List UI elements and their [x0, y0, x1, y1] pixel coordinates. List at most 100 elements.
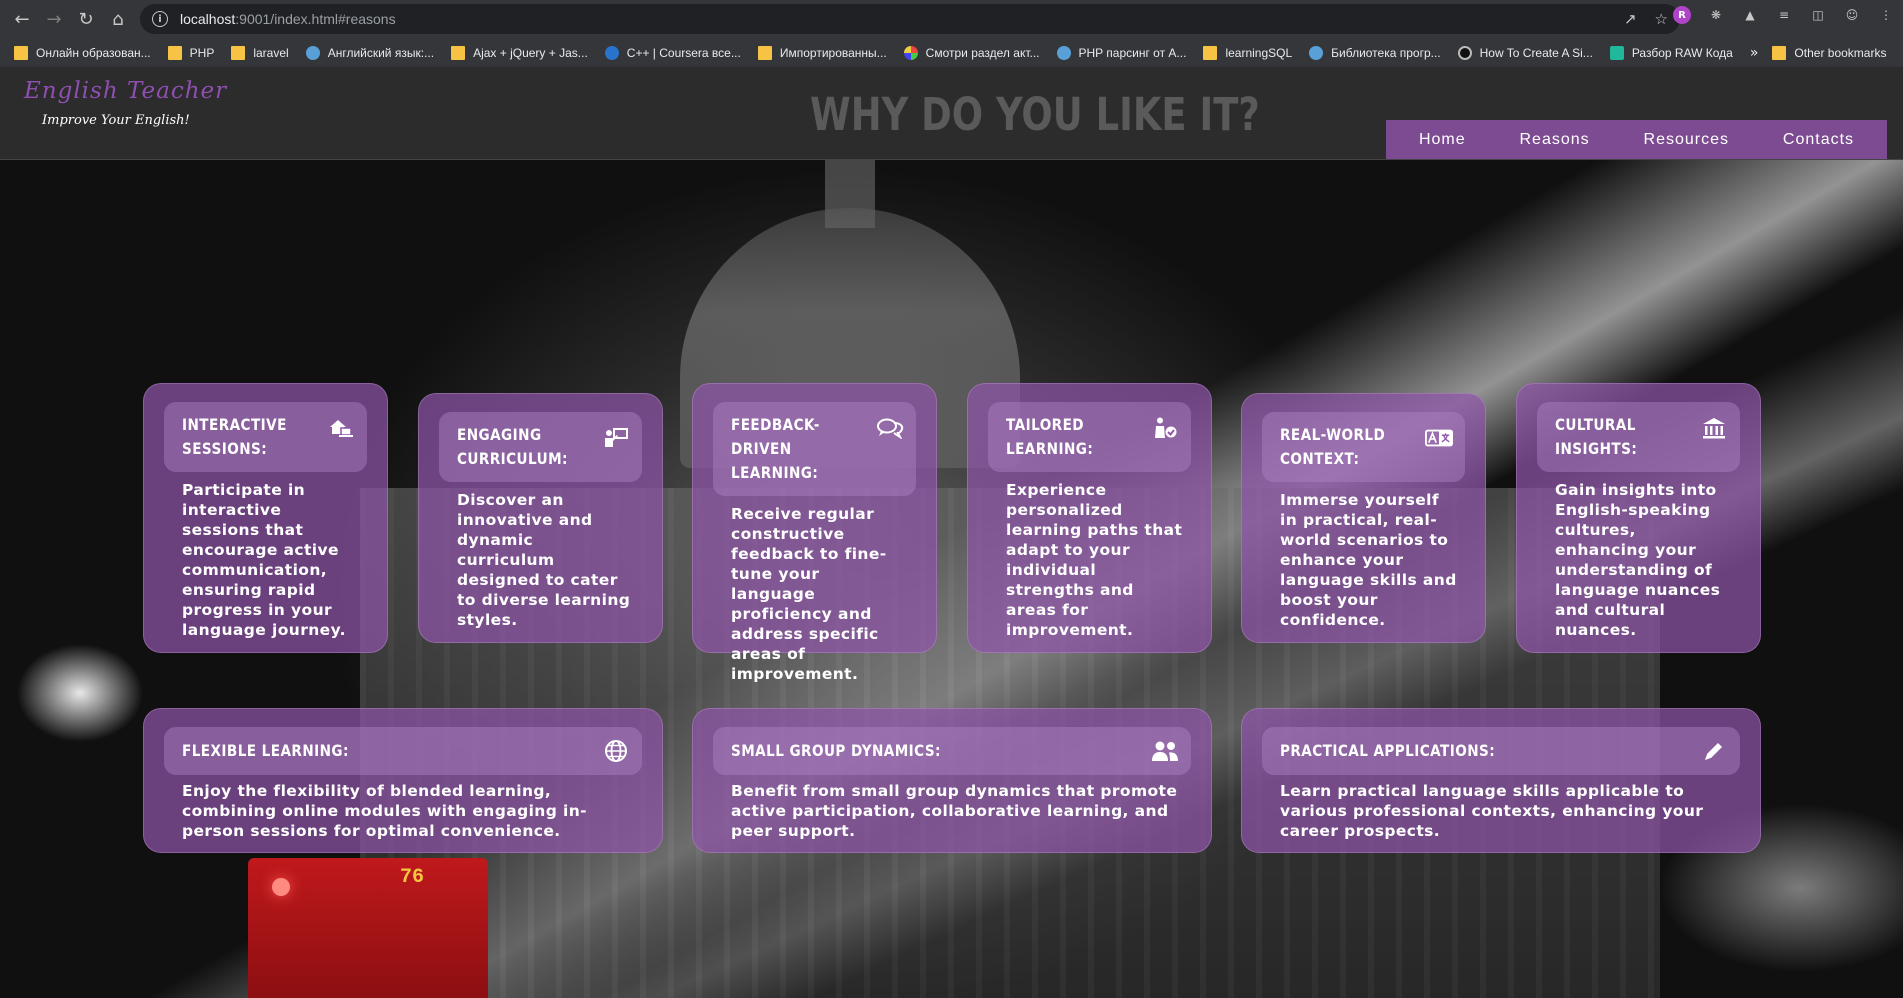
- profile-avatar-icon[interactable]: ☺: [1843, 6, 1861, 24]
- other-bookmarks-label: Other bookmarks: [1794, 45, 1887, 60]
- reason-card: Flexible Learning: Enjoy the flexibility…: [143, 708, 663, 853]
- bookmark-label: PHP парсинг от A...: [1078, 45, 1187, 60]
- reason-card: Engaging Curriculum: Discover an innovat…: [418, 393, 663, 643]
- card-title: Engaging Curriculum:: [457, 425, 568, 468]
- card-header: Interactive Sessions:: [164, 402, 367, 472]
- url-path: :9001/index.html#reasons: [235, 11, 396, 27]
- person-check-icon: [1151, 416, 1179, 440]
- puzzle-extensions-icon[interactable]: ▲: [1741, 6, 1759, 24]
- bookmark-label: PHP: [189, 45, 215, 60]
- bookmark-item[interactable]: How To Create A Si...: [1457, 45, 1593, 60]
- bookmark-label: learningSQL: [1225, 45, 1293, 60]
- reason-card: Real-World Context: Immerse yourself in …: [1241, 393, 1486, 643]
- card-title: Small Group Dynamics:: [731, 741, 941, 760]
- card-title: Practical Applications:: [1280, 741, 1496, 760]
- bookmark-item[interactable]: Онлайн образован...: [14, 45, 151, 60]
- bookmark-item[interactable]: learningSQL: [1203, 45, 1293, 60]
- card-header: Flexible Learning:: [164, 727, 642, 775]
- reason-card: Cultural Insights: Gain insights into En…: [1516, 383, 1761, 653]
- site-info-icon[interactable]: i: [152, 11, 168, 27]
- back-icon[interactable]: ←: [6, 3, 38, 35]
- nav-contacts[interactable]: Contacts: [1783, 131, 1854, 149]
- card-text: Gain insights into English-speaking cult…: [1555, 481, 1721, 639]
- menu-kebab-icon[interactable]: ⋮: [1877, 6, 1895, 24]
- bookmark-item[interactable]: Английский язык:...: [305, 45, 434, 60]
- bookmark-item[interactable]: Библиотека прогр...: [1309, 45, 1441, 60]
- bookmark-label: Импортированны...: [779, 45, 887, 60]
- group-icon: [1151, 739, 1179, 763]
- address-bar[interactable]: i localhost:9001/index.html#reasons ↗ ☆: [140, 4, 1680, 34]
- dark-icon: [1457, 45, 1472, 60]
- nav-reasons[interactable]: Reasons: [1520, 131, 1590, 149]
- card-text: Receive regular constructive feedback to…: [731, 505, 887, 683]
- url-text[interactable]: localhost:9001/index.html#reasons: [180, 11, 396, 27]
- card-title: Tailored Learning:: [1006, 415, 1094, 458]
- web-page: 76 English Teacher Improve Your English!…: [0, 68, 1903, 998]
- page-title: WHY DO YOU LIKE IT?: [810, 88, 1260, 141]
- reason-card: Practical Applications: Learn practical …: [1241, 708, 1761, 853]
- other-bookmarks-folder[interactable]: Other bookmarks: [1772, 45, 1887, 60]
- site-header: English Teacher Improve Your English! WH…: [0, 68, 1903, 160]
- bookmarks-overflow-button[interactable]: »: [1750, 45, 1759, 61]
- reason-card: Interactive Sessions: Participate in int…: [143, 383, 388, 653]
- card-header: Engaging Curriculum:: [439, 412, 642, 482]
- globe-icon: [1056, 45, 1071, 60]
- bookmark-star-icon[interactable]: ☆: [1655, 10, 1668, 28]
- chat-bubbles-icon: [876, 416, 904, 440]
- bookmark-label: C++ | Coursera все...: [626, 45, 741, 60]
- bookmark-label: Онлайн образован...: [36, 45, 151, 60]
- folder-icon: [451, 45, 466, 60]
- green-icon: [1609, 45, 1624, 60]
- bookmark-item[interactable]: Импортированны...: [757, 45, 887, 60]
- card-text: Benefit from small group dynamics that p…: [731, 782, 1178, 840]
- globe-icon: [1309, 45, 1324, 60]
- card-text: Participate in interactive sessions that…: [182, 481, 346, 639]
- site-tagline: Improve Your English!: [42, 113, 190, 128]
- pencil-icon: [1700, 739, 1728, 763]
- bookmark-item[interactable]: C++ | Coursera все...: [604, 45, 741, 60]
- bookmark-item[interactable]: Смотри раздел акт...: [903, 45, 1040, 60]
- folder-icon: [1772, 45, 1787, 60]
- card-title: Real-World Context:: [1280, 425, 1386, 468]
- bookmark-item[interactable]: PHP парсинг от A...: [1056, 45, 1187, 60]
- card-text: Experience personalized learning paths t…: [1006, 481, 1183, 639]
- card-title: Cultural Insights:: [1555, 415, 1638, 458]
- bookmark-label: Ajax + jQuery + Jas...: [473, 45, 588, 60]
- bookmark-item[interactable]: Ajax + jQuery + Jas...: [451, 45, 588, 60]
- bus-headlight: [272, 878, 290, 896]
- nav-resources[interactable]: Resources: [1644, 131, 1729, 149]
- bug-extension-icon[interactable]: ❋: [1707, 6, 1725, 24]
- bookmark-label: How To Create A Si...: [1479, 45, 1593, 60]
- card-header: Cultural Insights:: [1537, 402, 1740, 472]
- share-icon[interactable]: ↗: [1624, 10, 1637, 28]
- forward-icon[interactable]: →: [38, 3, 70, 35]
- bookmark-item[interactable]: Разбор RAW Кода: [1609, 45, 1733, 60]
- card-header: Feedback-Driven Learning:: [713, 402, 916, 496]
- folder-icon: [231, 45, 246, 60]
- home-laptop-icon: [327, 416, 355, 440]
- museum-icon: [1700, 416, 1728, 440]
- site-logo[interactable]: English Teacher: [24, 78, 227, 104]
- multicolor-icon: [903, 45, 918, 60]
- bookmark-label: laravel: [253, 45, 289, 60]
- globe-icon: [602, 739, 630, 763]
- bookmark-item[interactable]: PHP: [167, 45, 215, 60]
- url-host: localhost: [180, 11, 236, 27]
- reason-card: Feedback-Driven Learning: Receive regula…: [692, 383, 937, 683]
- reading-list-icon[interactable]: ≡: [1775, 6, 1793, 24]
- card-text: Learn practical language skills applicab…: [1280, 782, 1704, 840]
- side-panel-icon[interactable]: ◫: [1809, 6, 1827, 24]
- translate-icon: [1425, 426, 1453, 450]
- main-nav: Home Reasons Resources Contacts: [1386, 120, 1887, 159]
- card-header: Practical Applications:: [1262, 727, 1740, 775]
- folder-icon: [1203, 45, 1218, 60]
- bookmarks-bar: Онлайн образован... PHP laravel Английский …: [0, 38, 1903, 68]
- bookmark-item[interactable]: laravel: [231, 45, 289, 60]
- profile-extension-icon[interactable]: R: [1673, 6, 1691, 24]
- card-header: Small Group Dynamics:: [713, 727, 1191, 775]
- nav-home[interactable]: Home: [1419, 131, 1466, 149]
- reload-icon[interactable]: ↻: [70, 3, 102, 35]
- home-icon[interactable]: ⌂: [102, 3, 134, 35]
- bookmark-label: Разбор RAW Кода: [1631, 45, 1733, 60]
- card-text: Enjoy the flexibility of blended learnin…: [182, 782, 587, 840]
